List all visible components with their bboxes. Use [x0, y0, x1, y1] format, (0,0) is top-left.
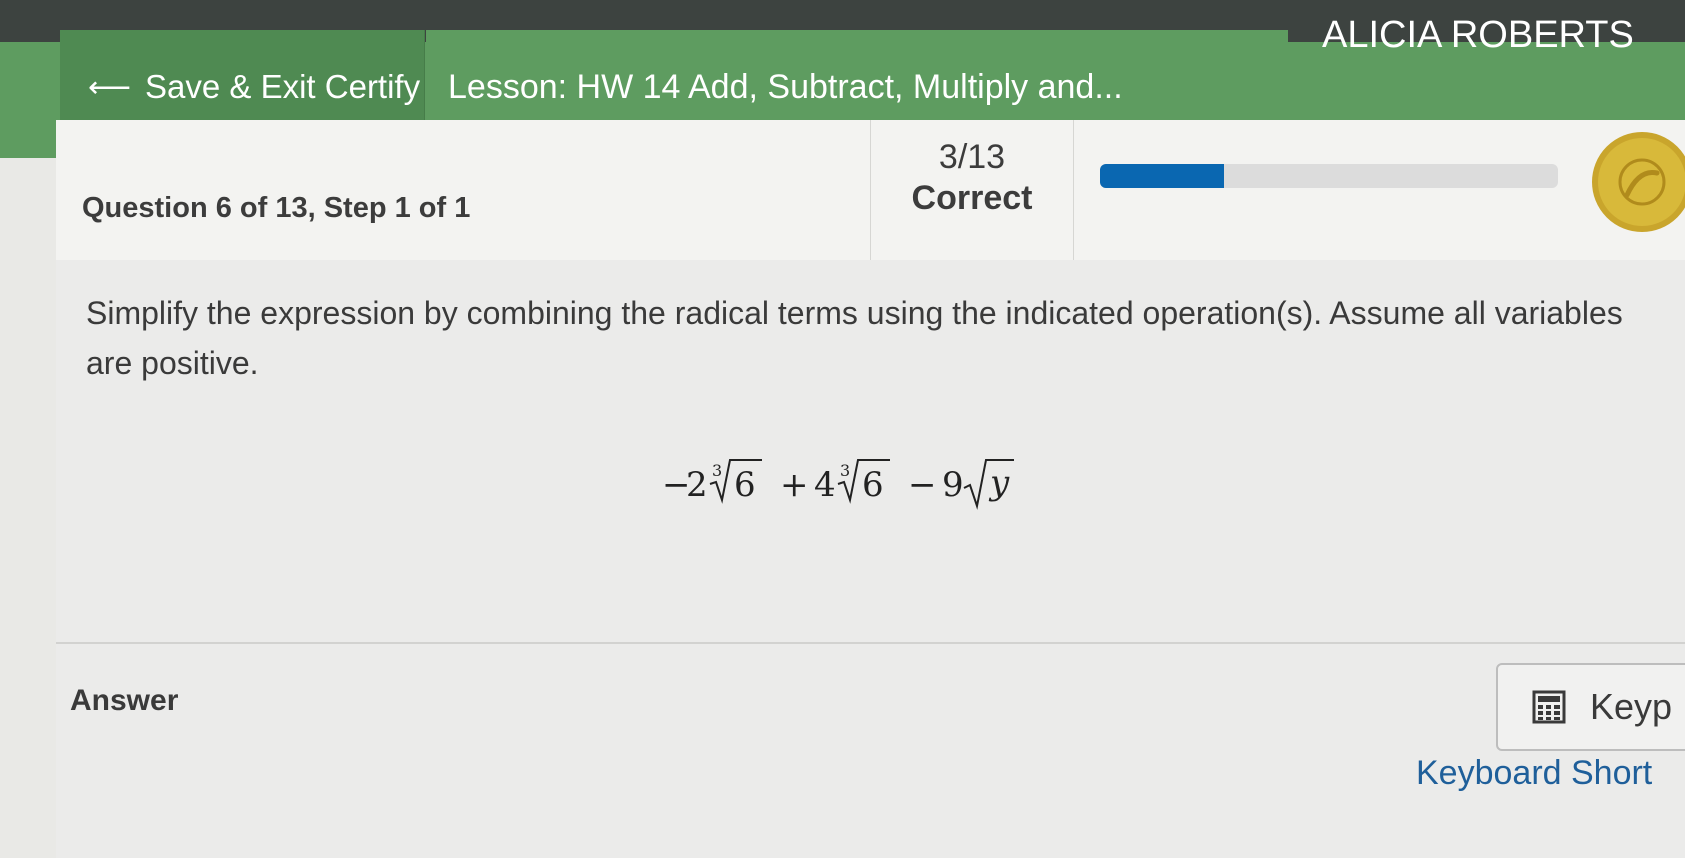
- question-status-bar: Question 6 of 13, Step 1 of 1 3/13 Corre…: [56, 120, 1685, 261]
- question-area: Simplify the expression by combining the…: [56, 260, 1685, 858]
- term-2-coef: 4: [814, 465, 836, 505]
- math-expression: − 2 3 6 + 4 3 6 − 9 y: [662, 452, 1042, 521]
- score-fraction: 3/13: [938, 138, 1006, 176]
- term-2-index: 3: [840, 461, 850, 480]
- question-step-title: Question 6 of 13, Step 1 of 1: [82, 192, 471, 224]
- radical-expression: − 2 3 6 + 4 3 6 − 9 y: [662, 459, 1014, 510]
- term-1-index: 3: [712, 461, 722, 480]
- progress-bar-fill: [1100, 164, 1224, 188]
- question-prompt: Simplify the expression by combining the…: [86, 295, 1623, 381]
- lesson-title: Lesson: HW 14 Add, Subtract, Multiply an…: [448, 67, 1123, 106]
- term-3-radicand: y: [988, 463, 1010, 503]
- term-3-sign: −: [908, 465, 937, 505]
- section-divider: [56, 642, 1685, 644]
- score-box: 3/13 Correct: [870, 120, 1074, 260]
- achievement-coin-icon[interactable]: [1592, 132, 1685, 232]
- back-arrow-icon: ⟵: [88, 70, 132, 104]
- term-2-sign: +: [780, 465, 809, 505]
- term-1-coef: 2: [686, 465, 708, 505]
- score-label: Correct: [911, 179, 1033, 217]
- term-2-radicand: 6: [862, 465, 884, 505]
- term-1-radicand: 6: [734, 465, 756, 505]
- keyboard-shortcuts-link[interactable]: Keyboard Short: [1416, 754, 1652, 793]
- coin-emblem-icon: [1618, 158, 1666, 206]
- term-3-coef: 9: [942, 465, 964, 505]
- calculator-icon: [1532, 690, 1566, 724]
- keypad-button[interactable]: Keyp: [1496, 663, 1685, 751]
- progress-bar: [1100, 164, 1558, 188]
- keypad-label: Keyp: [1590, 686, 1673, 727]
- user-name[interactable]: ALICIA ROBERTS: [1322, 14, 1634, 57]
- answer-label: Answer: [70, 684, 179, 717]
- save-exit-label: Save & Exit Certify: [145, 68, 421, 105]
